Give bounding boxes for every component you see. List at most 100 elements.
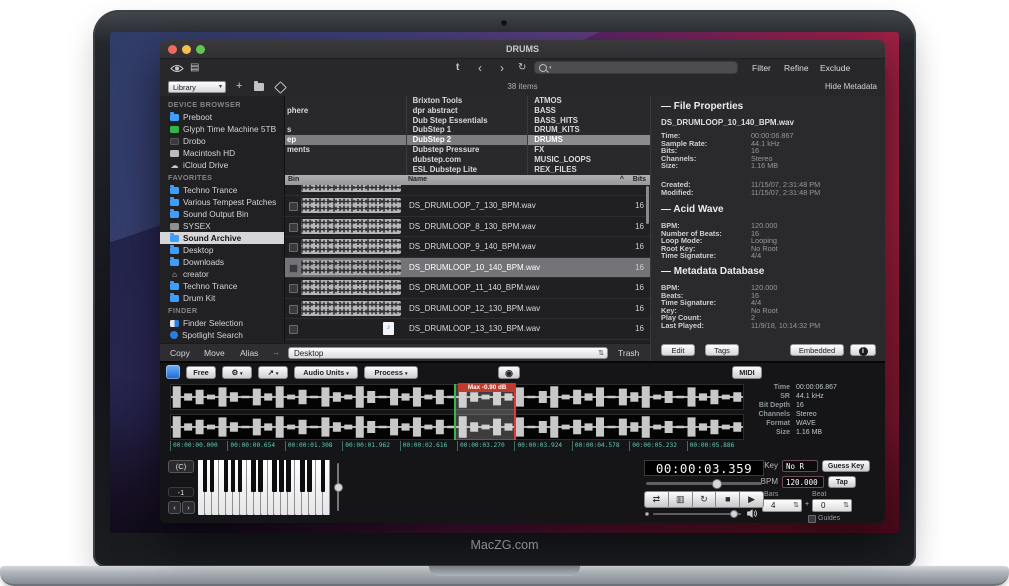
table-row[interactable]: ♪ DS_DRUMLOOP_13_130_BPM.wav 16 [285,319,650,340]
forward-icon[interactable]: › [500,58,504,78]
bin-checkbox[interactable] [289,305,298,314]
embedded-button[interactable]: Embedded [790,344,844,356]
table-row[interactable]: DS_DRUMLOOP_8_130_BPM.wav 16 [285,217,650,238]
column-cell[interactable]: Brixton Tools [407,96,528,106]
header-bits[interactable]: Bits [633,175,646,185]
position-slider-thumb[interactable] [712,479,722,489]
sidebar-item-creator[interactable]: ⌂creator [160,268,284,280]
destination-select[interactable]: Desktop [288,347,608,359]
zoom-button[interactable] [196,45,205,54]
refresh-icon[interactable]: ↻ [518,58,526,78]
minimize-button[interactable] [182,45,191,54]
list-view-icon[interactable]: ▤ [190,58,199,78]
sidebar-item-icloud-drive[interactable]: ☁iCloud Drive [160,159,284,171]
octave-down-button[interactable]: ‹ [168,501,181,514]
play-button[interactable]: ▶ [740,491,764,508]
column-cell[interactable]: BASS [528,106,650,116]
sidebar-item-various-tempest-patches[interactable]: Various Tempest Patches [160,196,284,208]
guides-checkbox[interactable] [808,515,816,523]
column-cell[interactable]: DubStep 1 [407,125,528,135]
selection-region[interactable] [454,384,516,440]
table-row-selected[interactable]: DS_DRUMLOOP_10_140_BPM.wav 16 [285,258,650,279]
volume-slider-thumb[interactable] [730,510,738,518]
bin-checkbox[interactable] [289,284,298,293]
action-icon[interactable]: t [456,58,459,78]
bin-checkbox[interactable] [289,202,298,211]
sidebar-item-finder-selection[interactable]: Finder Selection [160,317,284,329]
sidebar-item-spotlight-search[interactable]: Spotlight Search [160,329,284,341]
bpm-field[interactable]: 120.000 [782,476,824,488]
filter-button[interactable]: Filter [752,58,771,78]
octave-up-button[interactable]: › [182,501,195,514]
shuffle-button[interactable]: ⇄ [644,491,669,508]
sidebar-item-sysex[interactable]: SYSEX [160,220,284,232]
column-cell[interactable]: MUSIC_LOOPS [528,155,650,165]
trash-button[interactable]: Trash [618,344,639,362]
list-header[interactable]: Bin Name ^ Bits [285,175,650,185]
bin-checkbox[interactable] [289,325,298,334]
column-cell[interactable]: s [285,125,406,135]
free-button[interactable]: Free [186,366,216,379]
tap-button[interactable]: Tap [828,476,856,488]
volume-slider[interactable] [653,513,741,515]
alias-button[interactable]: Alias [240,344,258,362]
gear-menu-button[interactable]: ⚙ ▾ [222,366,252,379]
sidebar-item-techno-trance[interactable]: Techno Trance [160,184,284,196]
eye-icon[interactable] [170,64,184,73]
move-button[interactable]: Move [204,344,225,362]
bin-checkbox[interactable] [289,264,298,273]
copy-button[interactable]: Copy [170,344,190,362]
column-cell[interactable]: Dub Step Essentials [407,116,528,126]
bars-stepper[interactable]: 4 [762,499,802,512]
bin-checkbox[interactable] [289,223,298,232]
beat-stepper[interactable]: 0 [812,499,852,512]
stop-button[interactable]: ■ [716,491,740,508]
column-cell[interactable]: REX_FILES [528,165,650,175]
list-scrollbar[interactable] [646,186,649,224]
header-name[interactable]: Name [408,175,427,185]
column-cell[interactable]: phere [285,106,406,116]
piano-keyboard[interactable] [198,460,330,515]
key-field[interactable]: No R [782,460,818,472]
header-bin[interactable]: Bin [288,175,299,185]
column-cell-selected[interactable]: DubStep 2 [407,135,528,145]
share-menu-button[interactable]: ↗ ▾ [258,366,288,379]
column-cell[interactable] [285,96,406,106]
bin-checkbox[interactable] [289,243,298,252]
base-key-button[interactable]: (C) [168,460,194,473]
sidebar-item-drum-kit[interactable]: Drum Kit [160,292,284,304]
column-cell[interactable]: ATMOS [528,96,650,106]
loop-button[interactable]: ↻ [693,491,717,508]
column-cell[interactable]: Dubstep Pressure [407,145,528,155]
sidebar-item-sound-archive[interactable]: Sound Archive [160,232,284,244]
table-row-partial[interactable] [285,185,650,196]
info-button[interactable]: i [850,344,876,356]
waveform-display[interactable]: Max -0.90 dB [170,384,744,440]
column-cell[interactable]: DRUM_KITS [528,125,650,135]
close-button[interactable] [168,45,177,54]
column-cell[interactable]: dubstep.com [407,155,528,165]
table-row[interactable]: DS_DRUMLOOP_9_140_BPM.wav 16 [285,237,650,258]
column-cell-selected[interactable]: ep [285,135,406,145]
sidebar-item-glyph-time-machine[interactable]: Glyph Time Machine 5TB [160,123,284,135]
sidebar-item-drobo[interactable]: Drobo [160,135,284,147]
sidebar-item-techno-trance-2[interactable]: Techno Trance [160,280,284,292]
pitch-slider-thumb[interactable] [334,483,343,492]
app-icon[interactable] [166,365,180,379]
column-cell[interactable]: BASS_HITS [528,116,650,126]
process-menu[interactable]: Process ▾ [364,366,418,379]
column-cell-selected[interactable]: DRUMS [528,135,650,145]
column-cell[interactable] [285,155,406,165]
midi-button[interactable]: MIDI [732,366,762,379]
audio-units-menu[interactable]: Audio Units ▾ [294,366,358,379]
region-button[interactable]: ▥ [669,491,693,508]
column-cell[interactable]: ments [285,145,406,155]
search-input[interactable]: ▾ [534,61,738,74]
sidebar-item-sound-output-bin[interactable]: Sound Output Bin [160,208,284,220]
sidebar-item-downloads[interactable]: Downloads [160,256,284,268]
exclude-button[interactable]: Exclude [820,58,850,78]
table-row[interactable]: DS_DRUMLOOP_12_130_BPM.wav 16 [285,299,650,320]
column-cell[interactable] [285,165,406,175]
hide-metadata-button[interactable]: Hide Metadata [825,78,877,96]
table-row[interactable]: DS_DRUMLOOP_11_140_BPM.wav 16 [285,278,650,299]
